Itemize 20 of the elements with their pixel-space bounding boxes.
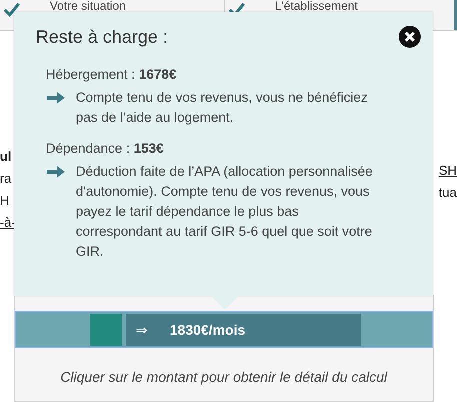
detail-text: Déduction faite de l’APA (allocation personnalisée d'autonomie). Compte tenu de vos revenus, vous payez le tarif dépendance le plus bas correspondant au tarif GIR 5-6 quel que soit votre GIR. [76, 163, 374, 261]
arrow-icon [46, 91, 66, 105]
detail-text: Compte tenu de vos revenus, vous ne bénéficiez pas de l’aide au logement. [76, 89, 369, 127]
close-icon [399, 26, 421, 48]
cost-label: Dépendance : 153€ [46, 140, 165, 158]
close-button[interactable] [399, 26, 421, 48]
color-swatch [90, 314, 122, 346]
amount-button[interactable]: ⇒ 1830€/mois [126, 314, 361, 346]
step-tab[interactable]: L'établissement [225, 0, 454, 30]
text-fragment: H [0, 193, 10, 209]
text-fragment: tua [438, 185, 457, 201]
link-text[interactable]: SH [438, 163, 457, 179]
text-fragment: ul [0, 149, 12, 165]
cost-label: Hébergement : 1678€ [46, 66, 178, 84]
text-fragment: ra [0, 171, 12, 187]
arrow-icon [46, 165, 66, 179]
link-text[interactable]: -à- [0, 215, 16, 231]
check-icon [4, 3, 20, 17]
popup-title: Reste à charge : [36, 26, 168, 48]
hint-text: Cliquer sur le montant pour obtenir le détail du calcul [60, 369, 389, 385]
